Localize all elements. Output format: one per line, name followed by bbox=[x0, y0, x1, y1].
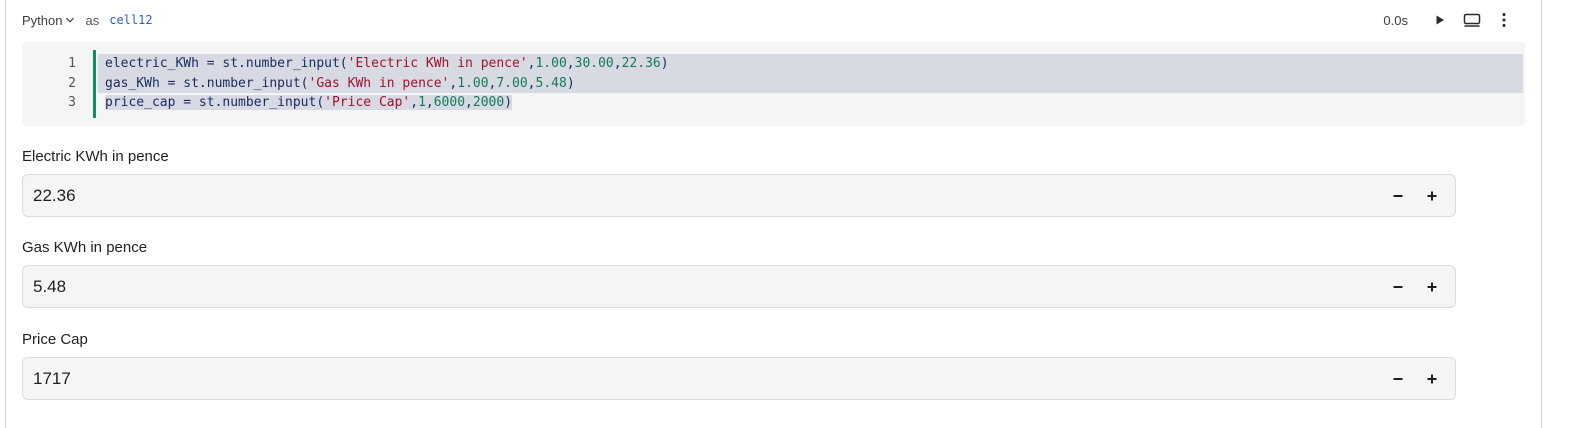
minus-icon bbox=[1393, 194, 1403, 197]
code-string-token: 'Electric KWh in pence' bbox=[347, 56, 528, 71]
code-number-token: 22.36 bbox=[621, 56, 661, 71]
electric-kwh-value[interactable]: 22.36 bbox=[33, 175, 76, 216]
code-line[interactable]: electric_KWh = st.number_input('Electric… bbox=[98, 54, 1523, 74]
more-options-button[interactable] bbox=[1488, 9, 1520, 31]
code-number-token: 1.00 bbox=[535, 56, 567, 71]
active-line-indicator bbox=[93, 50, 96, 118]
code-number-token: 2000 bbox=[472, 95, 505, 110]
chevron-down-icon bbox=[66, 17, 75, 23]
display-mode-button[interactable] bbox=[1456, 9, 1488, 31]
price-cap-stepper bbox=[1381, 358, 1449, 399]
code-number-token: 5.48 bbox=[535, 75, 567, 91]
code-token: gas_KWh = st.number_input( bbox=[105, 75, 309, 91]
code-number-token: 7.00 bbox=[496, 75, 528, 91]
line-number: 2 bbox=[68, 75, 76, 91]
plus-icon bbox=[1427, 374, 1437, 383]
code-token: , bbox=[425, 95, 434, 110]
plus-icon bbox=[1427, 191, 1437, 200]
price-cap-number-input[interactable]: 1717 bbox=[22, 357, 1456, 400]
code-token: price_cap = st.number_input( bbox=[105, 95, 325, 110]
code-token: , bbox=[410, 95, 419, 110]
runtime-label: 0.0s bbox=[1383, 12, 1408, 28]
language-label: Python bbox=[22, 12, 63, 28]
display-mode-icon bbox=[1463, 13, 1481, 27]
code-token: electric_KWh = st.number_input( bbox=[105, 56, 348, 71]
code-token: ) bbox=[660, 56, 669, 71]
gas-kwh-stepper bbox=[1381, 266, 1449, 307]
code-number-token: 6000 bbox=[433, 95, 466, 110]
line-number: 3 bbox=[68, 95, 76, 110]
language-dropdown[interactable]: Python bbox=[22, 13, 75, 28]
code-string-token: 'Price Cap' bbox=[324, 95, 411, 110]
plus-icon bbox=[1427, 282, 1437, 291]
code-text: electric_KWh = st.number_input('Electric… bbox=[105, 56, 669, 71]
line-number: 1 bbox=[68, 56, 76, 71]
electric-kwh-number-input[interactable]: 22.36 bbox=[22, 174, 1456, 217]
decrement-button[interactable] bbox=[1381, 175, 1415, 216]
play-icon bbox=[1436, 15, 1444, 25]
code-token: , bbox=[465, 95, 473, 110]
increment-button[interactable] bbox=[1415, 175, 1449, 216]
cell-name[interactable]: cell12 bbox=[109, 13, 152, 27]
decrement-button[interactable] bbox=[1381, 266, 1415, 307]
minus-icon bbox=[1393, 377, 1403, 380]
code-string-token: 'Gas KWh in pence' bbox=[308, 75, 450, 91]
code-text: price_cap = st.number_input('Price Cap',… bbox=[105, 95, 513, 110]
run-button[interactable] bbox=[1424, 9, 1456, 31]
code-token: ) bbox=[504, 95, 513, 110]
code-number-token: 30.00 bbox=[574, 56, 614, 71]
code-number-token: 1 bbox=[418, 95, 426, 110]
electric-kwh-stepper bbox=[1381, 175, 1449, 216]
code-token: , bbox=[566, 56, 575, 71]
code-token: , bbox=[527, 75, 536, 91]
price-cap-value[interactable]: 1717 bbox=[33, 358, 71, 399]
code-lines[interactable]: electric_KWh = st.number_input('Electric… bbox=[98, 54, 1523, 113]
cell-header: Python as cell12 bbox=[22, 9, 153, 31]
line-gutter: 1 2 3 bbox=[52, 54, 92, 113]
gas-kwh-label: Gas KWh in pence bbox=[22, 239, 148, 256]
code-number-token: 1.00 bbox=[457, 75, 489, 91]
electric-kwh-label: Electric KWh in pence bbox=[22, 148, 169, 165]
code-line[interactable]: gas_KWh = st.number_input('Gas KWh in pe… bbox=[98, 73, 1523, 93]
increment-button[interactable] bbox=[1415, 266, 1449, 307]
code-token: , bbox=[613, 56, 622, 71]
increment-button[interactable] bbox=[1415, 358, 1449, 399]
minus-icon bbox=[1393, 285, 1403, 288]
decrement-button[interactable] bbox=[1381, 358, 1415, 399]
cell-actions: 0.0s bbox=[1383, 9, 1520, 31]
as-label: as bbox=[85, 12, 100, 28]
gas-kwh-number-input[interactable]: 5.48 bbox=[22, 265, 1456, 308]
code-token: ) bbox=[566, 75, 575, 91]
code-text: gas_KWh = st.number_input('Gas KWh in pe… bbox=[105, 76, 575, 91]
price-cap-label: Price Cap bbox=[22, 331, 88, 348]
code-editor[interactable]: 1 2 3 electric_KWh = st.number_input('El… bbox=[22, 42, 1525, 126]
gas-kwh-value[interactable]: 5.48 bbox=[33, 266, 66, 307]
more-vertical-icon bbox=[1502, 13, 1506, 27]
code-line[interactable]: price_cap = st.number_input('Price Cap',… bbox=[98, 93, 1523, 113]
